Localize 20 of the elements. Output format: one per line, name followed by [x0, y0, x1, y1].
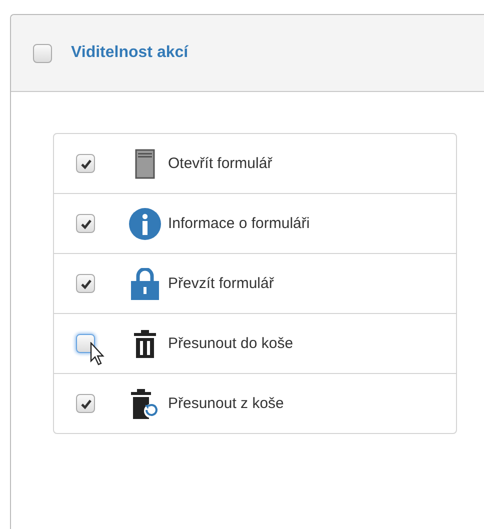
action-label: Otevřít formulář: [168, 155, 272, 172]
document-icon: [135, 148, 155, 178]
action-label: Převzít formulář: [168, 275, 274, 292]
check-icon: [80, 398, 92, 410]
checkbox[interactable]: [76, 274, 95, 293]
lock-icon: [131, 268, 159, 300]
trash-icon: [134, 330, 156, 358]
check-icon: [80, 218, 92, 230]
check-icon: [80, 158, 92, 170]
checkbox[interactable]: [76, 154, 95, 173]
trash-restore-icon: [131, 388, 159, 418]
info-icon: [129, 208, 161, 240]
check-icon: [80, 278, 92, 290]
panel-title: Viditelnost akcí: [71, 44, 188, 62]
action-label: Informace o formuláři: [168, 215, 310, 232]
checkbox[interactable]: [76, 214, 95, 233]
action-label: Přesunout do koše: [168, 335, 294, 352]
checkbox[interactable]: [76, 394, 95, 413]
checkbox[interactable]: [33, 44, 52, 62]
action-label: Přesunout z koše: [168, 395, 284, 412]
